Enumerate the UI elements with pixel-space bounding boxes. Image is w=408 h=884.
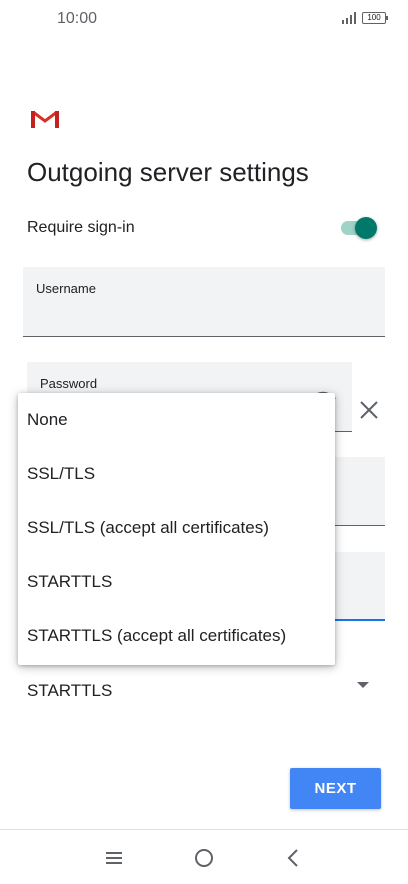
home-icon[interactable] [193,847,215,869]
menu-item-none[interactable]: None [18,393,335,447]
username-field[interactable]: Username [23,267,385,337]
battery-icon: 100 [362,12,388,24]
close-icon[interactable] [357,398,381,422]
navigation-bar [0,829,408,884]
require-signin-label: Require sign-in [27,219,135,236]
dropdown-caret-icon[interactable] [356,681,370,689]
username-label: Username [36,281,96,296]
require-signin-toggle[interactable] [341,217,377,239]
security-type-menu: None SSL/TLS SSL/TLS (accept all certifi… [18,393,335,665]
menu-item-starttls[interactable]: STARTTLS [18,555,335,609]
signal-icon [342,12,356,24]
menu-icon[interactable] [103,847,125,869]
menu-item-ssl-tls[interactable]: SSL/TLS [18,447,335,501]
next-button[interactable]: NEXT [290,768,381,809]
page-title: Outgoing server settings [27,157,309,187]
security-type-select[interactable]: STARTTLS [27,681,112,701]
menu-item-starttls-all-certs[interactable]: STARTTLS (accept all certificates) [18,609,335,663]
password-label: Password [40,376,98,391]
back-icon[interactable] [283,847,305,869]
gmail-logo-icon [31,110,59,128]
toggle-thumb [355,217,377,239]
menu-item-ssl-tls-all-certs[interactable]: SSL/TLS (accept all certificates) [18,501,335,555]
status-time: 10:00 [57,10,98,27]
